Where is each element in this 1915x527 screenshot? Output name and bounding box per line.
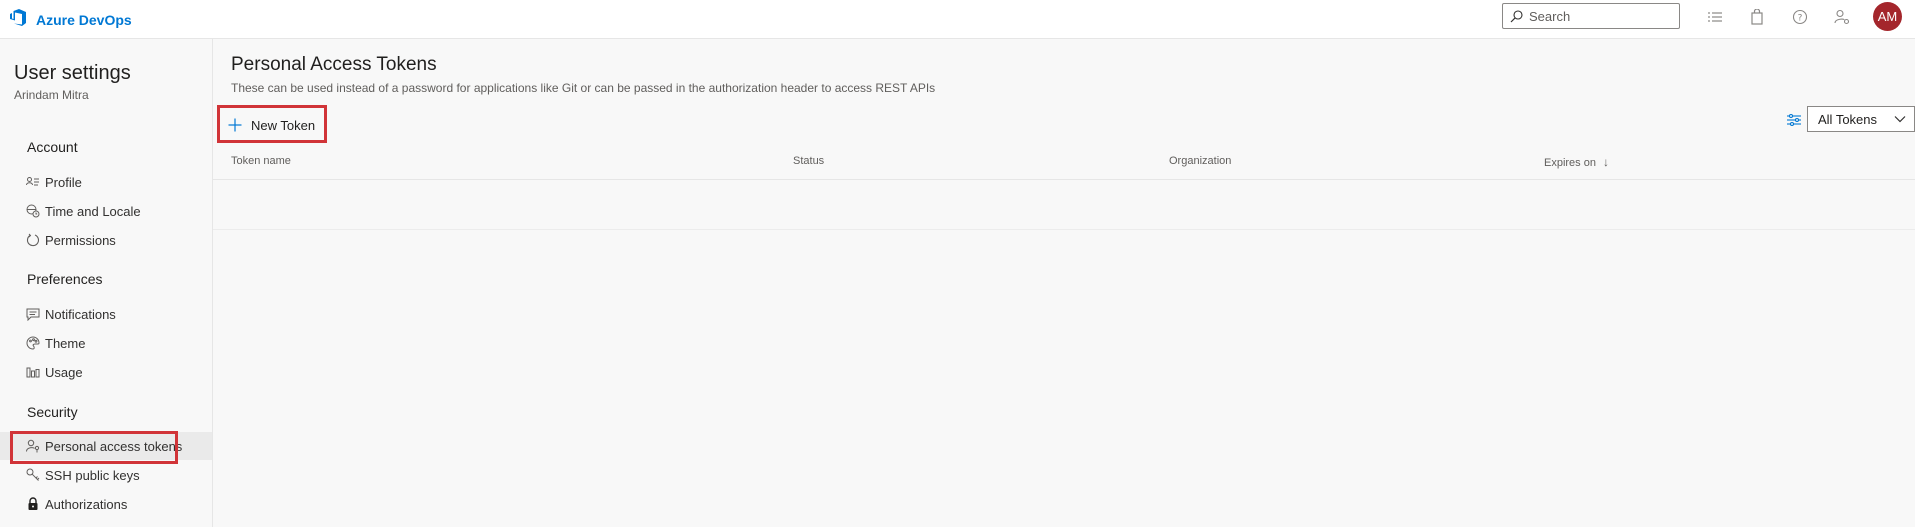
section-heading-account: Account xyxy=(27,139,78,155)
sidebar: User settings Arindam Mitra Account Prof… xyxy=(0,39,213,527)
page-description: These can be used instead of a password … xyxy=(231,81,936,95)
brand[interactable]: Azure DevOps xyxy=(8,8,132,32)
sidebar-item-profile[interactable]: Profile xyxy=(0,168,212,196)
sidebar-item-label: Time and Locale xyxy=(45,203,141,219)
sort-descending-icon: ↓ xyxy=(1603,155,1610,169)
sidebar-item-label: Authorizations xyxy=(45,496,128,512)
chat-icon xyxy=(26,307,40,321)
highlight-box xyxy=(10,431,178,464)
section-heading-preferences: Preferences xyxy=(27,271,103,287)
search-input[interactable] xyxy=(1523,7,1671,25)
search-box[interactable] xyxy=(1502,3,1680,29)
profile-card-icon xyxy=(26,175,40,189)
sidebar-item-label: Theme xyxy=(45,335,86,351)
list-icon[interactable] xyxy=(1706,8,1724,26)
brand-name: Azure DevOps xyxy=(36,12,132,28)
azure-devops-logo-icon xyxy=(8,8,27,32)
help-icon[interactable]: ? xyxy=(1791,8,1809,26)
permissions-icon xyxy=(26,233,40,247)
sidebar-title: User settings xyxy=(14,62,131,84)
top-bar: Azure DevOps ? xyxy=(0,0,1915,39)
tokens-table-header: Token name Status Organization Expires o… xyxy=(213,145,1915,180)
sidebar-item-time-and-locale[interactable]: Time and Locale xyxy=(0,197,212,225)
user-name: Arindam Mitra xyxy=(14,88,89,102)
page-title: Personal Access Tokens xyxy=(231,54,437,75)
search-icon xyxy=(1510,9,1523,23)
section-heading-security: Security xyxy=(27,404,78,420)
user-settings-icon[interactable] xyxy=(1833,8,1851,26)
column-header-label: Expires on xyxy=(1544,157,1596,169)
highlight-box xyxy=(217,105,327,143)
avatar[interactable]: AM xyxy=(1873,2,1902,31)
main-content: Personal Access Tokens These can be used… xyxy=(213,39,1915,527)
table-row xyxy=(213,179,1915,230)
column-header-expires-on[interactable]: Expires on ↓ xyxy=(1544,155,1609,169)
column-header-status[interactable]: Status xyxy=(793,155,824,167)
sidebar-item-label: SSH public keys xyxy=(45,467,140,483)
usage-chart-icon xyxy=(26,365,40,379)
key-icon xyxy=(26,468,40,482)
column-header-organization[interactable]: Organization xyxy=(1169,155,1231,167)
sidebar-item-ssh-public-keys[interactable]: SSH public keys xyxy=(0,461,212,489)
sidebar-item-authorizations[interactable]: Authorizations xyxy=(0,490,212,518)
sidebar-item-theme[interactable]: Theme xyxy=(0,329,212,357)
palette-icon xyxy=(26,336,40,350)
lock-icon xyxy=(26,497,40,511)
column-header-token-name[interactable]: Token name xyxy=(231,155,291,167)
shopping-bag-icon[interactable] xyxy=(1748,8,1766,26)
sidebar-item-label: Permissions xyxy=(45,232,116,248)
sidebar-item-label: Usage xyxy=(45,364,83,380)
token-filter-value: All Tokens xyxy=(1818,111,1878,127)
svg-text:?: ? xyxy=(1798,14,1803,24)
sidebar-item-usage[interactable]: Usage xyxy=(0,358,212,386)
sidebar-item-label: Profile xyxy=(45,174,82,190)
filter-settings-icon[interactable] xyxy=(1785,111,1803,129)
chevron-down-icon xyxy=(1894,115,1906,123)
sidebar-item-notifications[interactable]: Notifications xyxy=(0,300,212,328)
token-filter-dropdown[interactable]: All Tokens xyxy=(1807,106,1915,132)
globe-clock-icon xyxy=(26,204,40,218)
sidebar-item-label: Notifications xyxy=(45,306,116,322)
sidebar-item-permissions[interactable]: Permissions xyxy=(0,226,212,254)
